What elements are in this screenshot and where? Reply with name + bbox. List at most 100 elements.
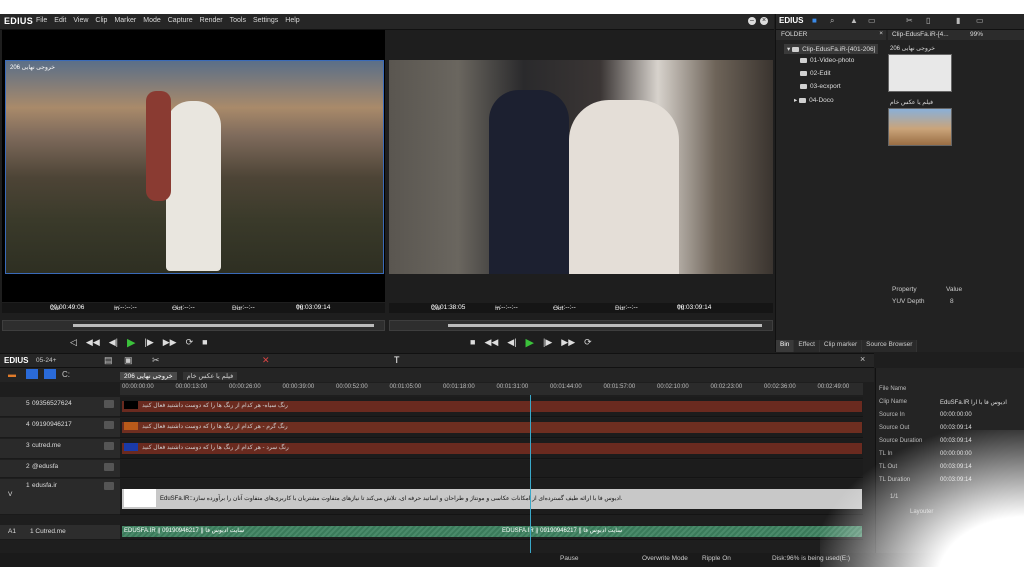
bin-tab-effect[interactable]: Effect [794,340,820,352]
transport-4-button[interactable]: |▶ [145,337,154,348]
menu-render[interactable]: Render [200,17,223,24]
player-scrub-bar[interactable] [2,320,385,331]
timeline-logo: EDIUS [4,356,29,365]
track-header-2[interactable]: 2 @edusfa [0,460,120,478]
menu-marker[interactable]: Marker [114,17,136,24]
clip-icon[interactable]: C: [62,370,70,379]
mode-icon[interactable]: ▬ [8,370,16,379]
minimize-icon[interactable]: – [748,17,756,25]
delete-clip-icon[interactable]: ✕ [262,355,270,366]
up-icon[interactable]: ▲ [850,16,858,25]
info-key: TL Out [879,464,898,470]
track-toggle-icon[interactable] [104,442,114,450]
play-button[interactable]: ▶ [526,336,534,349]
info-key: File Name [879,386,907,392]
bin-tab-source-browser[interactable]: Source Browser [862,340,918,352]
transport-1-button[interactable]: ◀◀ [484,337,498,348]
close-folder-icon[interactable]: × [879,30,883,37]
transport-7-button[interactable]: ■ [202,337,207,347]
monitor-icon[interactable]: ▭ [976,16,984,25]
play-button[interactable]: ▶ [127,336,135,349]
bride-figure [166,101,221,271]
thumb-clip-1[interactable] [888,54,952,92]
ruler-tick: 00:00:52:00 [336,384,368,390]
close-icon[interactable]: × [760,17,768,25]
player-monitor: خروجی نهایی 206 [2,30,385,302]
info-key: Source In [879,412,905,418]
link-icon[interactable] [44,369,56,379]
cut-icon[interactable]: ✂ [906,16,913,25]
bin-tab-bin[interactable]: Bin [776,340,795,352]
menu-edit[interactable]: Edit [54,17,66,24]
info-key: Clip Name [879,399,908,405]
sequence-icon[interactable]: ▤ [104,355,113,366]
transport-1-button[interactable]: ◀◀ [86,337,100,348]
delete-icon[interactable]: ▮ [956,16,960,25]
track-toggle-icon[interactable] [104,400,114,408]
track-clip[interactable]: رنگ گرم - هر کدام از رنگ ها را که دوست د… [122,422,862,433]
transport-6-button[interactable]: ⟳ [186,337,194,348]
track-toggle-icon[interactable] [104,482,114,490]
thumb-label-2: فیلم یا عکس خام [890,100,933,106]
track-mode-icon[interactable] [26,369,38,379]
track-clip[interactable]: رنگ سرد - هر کدام از رنگ ها را که دوست د… [122,443,862,454]
search-icon[interactable]: ⌕ [830,16,834,26]
status-overwrite: Overwrite Mode [642,555,688,562]
tree-item-doco[interactable]: ▸ 04-Doco [794,96,834,104]
transport-2-button[interactable]: ◀| [507,337,516,348]
transport-2-button[interactable]: ◀| [109,337,118,348]
recorder-scrub-bar[interactable] [389,320,773,331]
track-header-5[interactable]: 5 09356527624 [0,397,120,417]
menu-clip[interactable]: Clip [95,17,107,24]
effect-layouter[interactable]: Layouter [910,509,933,515]
timeline-ruler[interactable]: 00:00:00:00 00:00:13:00 00:00:26:00 00:00:3… [120,383,863,395]
tree-item-video-photo[interactable]: 01-Video-photo [800,57,854,64]
transport-6-button[interactable]: ⟳ [584,337,592,348]
transport-5-button[interactable]: ▶▶ [561,337,575,348]
track-toggle-icon[interactable] [104,463,114,471]
transport-0-button[interactable]: ◁ [70,337,77,348]
transport-5-button[interactable]: ▶▶ [163,337,177,348]
track-header-4[interactable]: 4 09190946217 [0,418,120,438]
menu-help[interactable]: Help [285,17,299,24]
info-value: 00:03:09:14 [940,464,972,470]
cut-tool-icon[interactable]: ✂ [152,355,160,366]
menu-view[interactable]: View [73,17,88,24]
bin-tab-clip-marker[interactable]: Clip marker [819,340,863,352]
audio-clip[interactable]: EDUSFA.IR || 09190946217 || سایت ادیوس ف… [122,526,862,537]
track-toggle-icon[interactable] [104,421,114,429]
track-clip[interactable]: رنگ سیاه- هر کدام از رنگ ها را که دوست د… [122,401,862,412]
edius-window: EDIUS File Edit View Clip Marker Mode Capture R… [0,14,1024,567]
paste-icon[interactable]: ▯ [926,16,930,25]
track-lane-2 [120,460,863,478]
tab-final-output[interactable]: خروجی نهایی 206 [120,372,177,380]
menu-settings[interactable]: Settings [253,17,278,24]
tree-item-edit[interactable]: 02-Edit [800,70,831,77]
audio-track-header[interactable]: A1 1 Cutred.me [0,525,120,540]
bin-zoom: 99% [970,31,984,38]
player-frame: خروجی نهایی 206 [5,60,384,274]
tree-item-ecxport[interactable]: 03-ecxport [800,83,841,90]
transport-4-button[interactable]: |▶ [543,337,552,348]
transport-0-button[interactable]: ■ [470,337,475,347]
timeline-close-icon[interactable]: × [860,354,865,364]
open-icon[interactable]: ▭ [868,16,876,25]
menu-mode[interactable]: Mode [143,17,161,24]
menu-capture[interactable]: Capture [168,17,193,24]
ruler-tick: 00:02:23:00 [710,384,743,390]
folder-icon[interactable]: ■ [812,16,817,25]
track-clip[interactable]: EduSFa.IR::ادیوس فا با ارائه طیف گسترده‌… [122,489,862,509]
track-header-1[interactable]: 1 edusfa.ir V [0,479,120,515]
menu-file[interactable]: File [36,17,47,24]
title-tool-icon[interactable]: T [394,355,400,365]
timeline-cursor[interactable] [530,395,531,555]
tab-raw-footage[interactable]: فیلم یا عکس خام [182,372,238,380]
thumb-clip-2[interactable] [888,108,952,146]
save-icon[interactable]: ▣ [124,355,133,366]
ruler-tick: 00:01:44:00 [550,384,582,390]
menu-tools[interactable]: Tools [230,17,246,24]
track-header-3[interactable]: 3 cutred.me [0,439,120,459]
tree-item-root[interactable]: ▾ Clip-EdusFa.iR-[401-206] [784,44,879,54]
ruler-tick: 00:01:18:00 [443,384,475,390]
info-key: Source Duration [879,438,923,444]
